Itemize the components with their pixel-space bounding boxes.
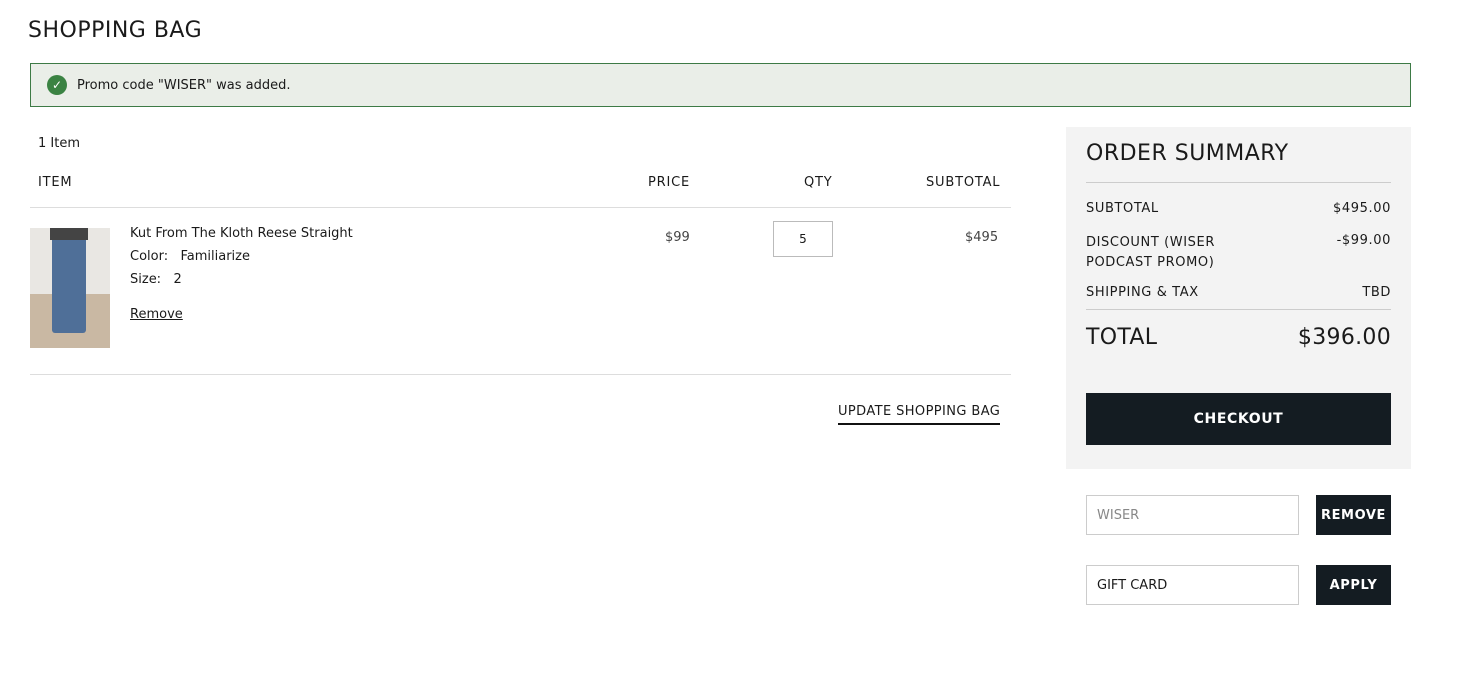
total-label: TOTAL [1086, 325, 1158, 350]
summary-title: ORDER SUMMARY [1086, 141, 1289, 166]
item-subtotal: $495 [965, 230, 999, 245]
remove-item-link[interactable]: Remove [130, 307, 183, 322]
total-value: $396.00 [1297, 325, 1391, 350]
remove-promo-button[interactable]: REMOVE [1316, 495, 1391, 535]
quantity-input[interactable]: 5 [773, 221, 833, 257]
product-color: Color: Familiarize [130, 249, 250, 264]
order-summary: ORDER SUMMARY SUBTOTAL $495.00 DISCOUNT (… [1066, 127, 1411, 469]
discount-label: DISCOUNT (WISER PODCAST PROMO) [1086, 235, 1215, 270]
col-qty: QTY [804, 175, 833, 190]
subtotal-value: $495.00 [1333, 201, 1391, 216]
item-price: $99 [665, 230, 690, 245]
item-count: 1 Item [38, 136, 80, 151]
apply-gift-card-button[interactable]: APPLY [1316, 565, 1391, 605]
shipping-label: SHIPPING & TAX [1086, 285, 1199, 300]
discount-value: -$99.00 [1336, 233, 1391, 248]
page-title: SHOPPING BAG [28, 18, 203, 43]
shipping-value: TBD [1362, 285, 1391, 300]
gift-card-input[interactable]: GIFT CARD [1086, 565, 1299, 605]
col-price: PRICE [648, 175, 690, 190]
update-shopping-bag-button[interactable]: UPDATE SHOPPING BAG [838, 404, 1001, 425]
divider [30, 374, 1011, 375]
subtotal-label: SUBTOTAL [1086, 201, 1159, 216]
promo-code-input[interactable]: WISER [1086, 495, 1299, 535]
alert-message: Promo code "WISER" was added. [77, 77, 291, 93]
product-size: Size: 2 [130, 272, 182, 287]
promo-success-alert: ✓ Promo code "WISER" was added. [30, 63, 1411, 107]
checkout-button[interactable]: CHECKOUT [1086, 393, 1391, 445]
product-name[interactable]: Kut From The Kloth Reese Straight [130, 226, 353, 241]
col-subtotal: SUBTOTAL [926, 175, 1001, 190]
divider [30, 207, 1011, 208]
product-image[interactable] [30, 228, 110, 348]
col-item: ITEM [38, 175, 73, 190]
check-circle-icon: ✓ [47, 75, 67, 95]
